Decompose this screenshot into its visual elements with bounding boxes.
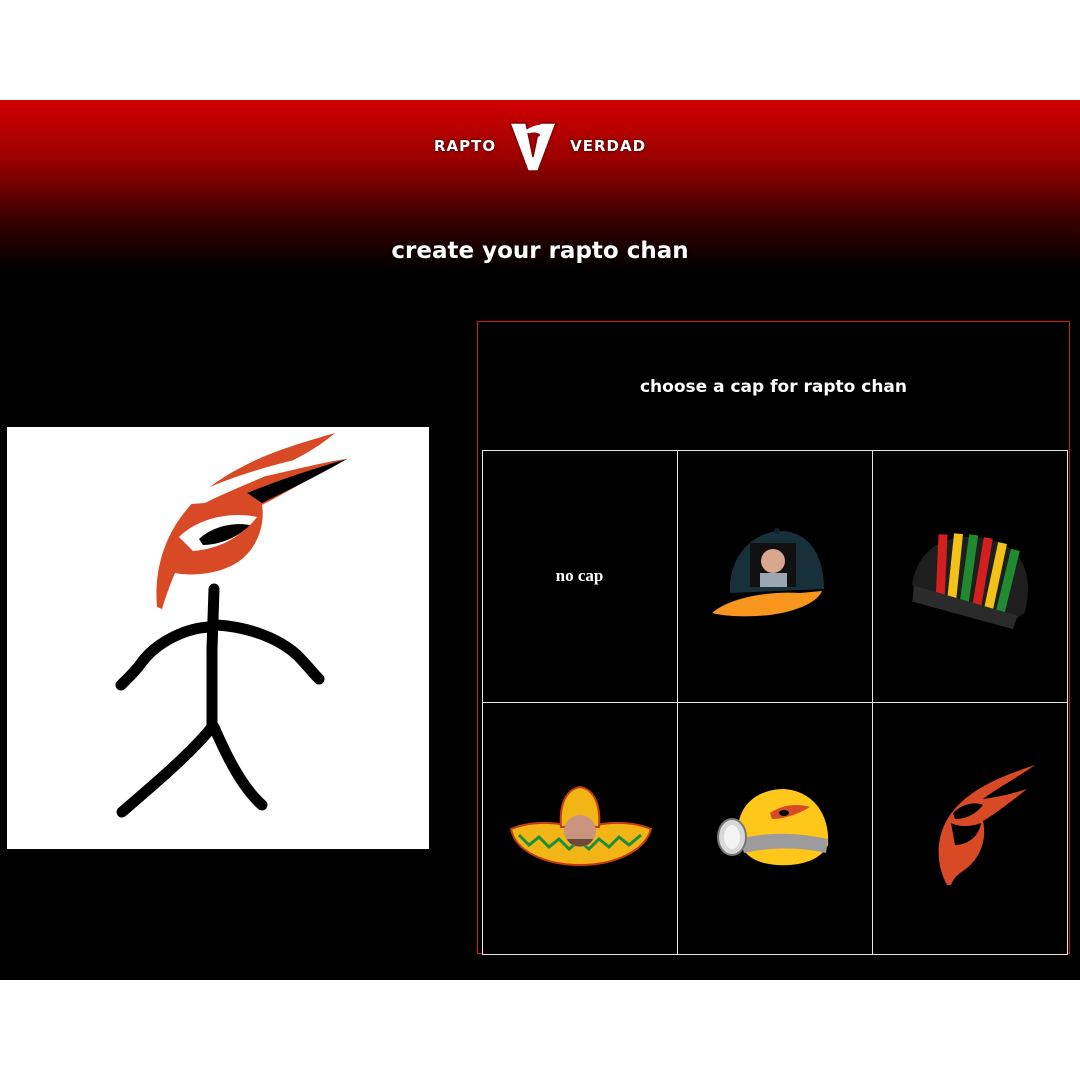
cap-options-grid: no cap <box>481 449 1068 955</box>
red-bird-crest-icon <box>938 765 1035 885</box>
cap-option-miner-helmet[interactable] <box>676 701 873 955</box>
brand-right-text: VERDAD <box>570 137 647 155</box>
cap-option-sombrero[interactable] <box>481 701 678 955</box>
header: RAPTO VERDAD create your rapto chan <box>0 100 1080 270</box>
character-preview <box>7 427 429 849</box>
page-title: create your rapto chan <box>391 238 689 264</box>
sombrero-icon <box>509 785 652 867</box>
cap-option-bird-crest[interactable] <box>871 701 1068 955</box>
rapto-v-logo-icon <box>509 122 558 172</box>
rasta-beanie-icon <box>911 533 1028 630</box>
photo-baseball-cap-icon <box>711 528 824 617</box>
no-cap-label: no cap <box>555 566 604 585</box>
cap-panel-title: choose a cap for rapto chan <box>639 377 907 397</box>
miner-helmet-icon <box>716 789 828 866</box>
brand-bar[interactable]: RAPTO VERDAD <box>0 114 1080 178</box>
app-page: RAPTO VERDAD create your rapto chan choo… <box>0 100 1080 980</box>
cap-option-baseball-cap[interactable] <box>676 449 873 703</box>
cap-panel: choose a cap for rapto chan no cap <box>477 321 1070 955</box>
cap-option-no-cap[interactable]: no cap <box>481 449 678 703</box>
brand-left-text: RAPTO <box>433 137 497 155</box>
cap-option-rasta-beanie[interactable] <box>871 449 1068 703</box>
stick-figure-with-red-bird-cap-icon <box>115 433 347 818</box>
